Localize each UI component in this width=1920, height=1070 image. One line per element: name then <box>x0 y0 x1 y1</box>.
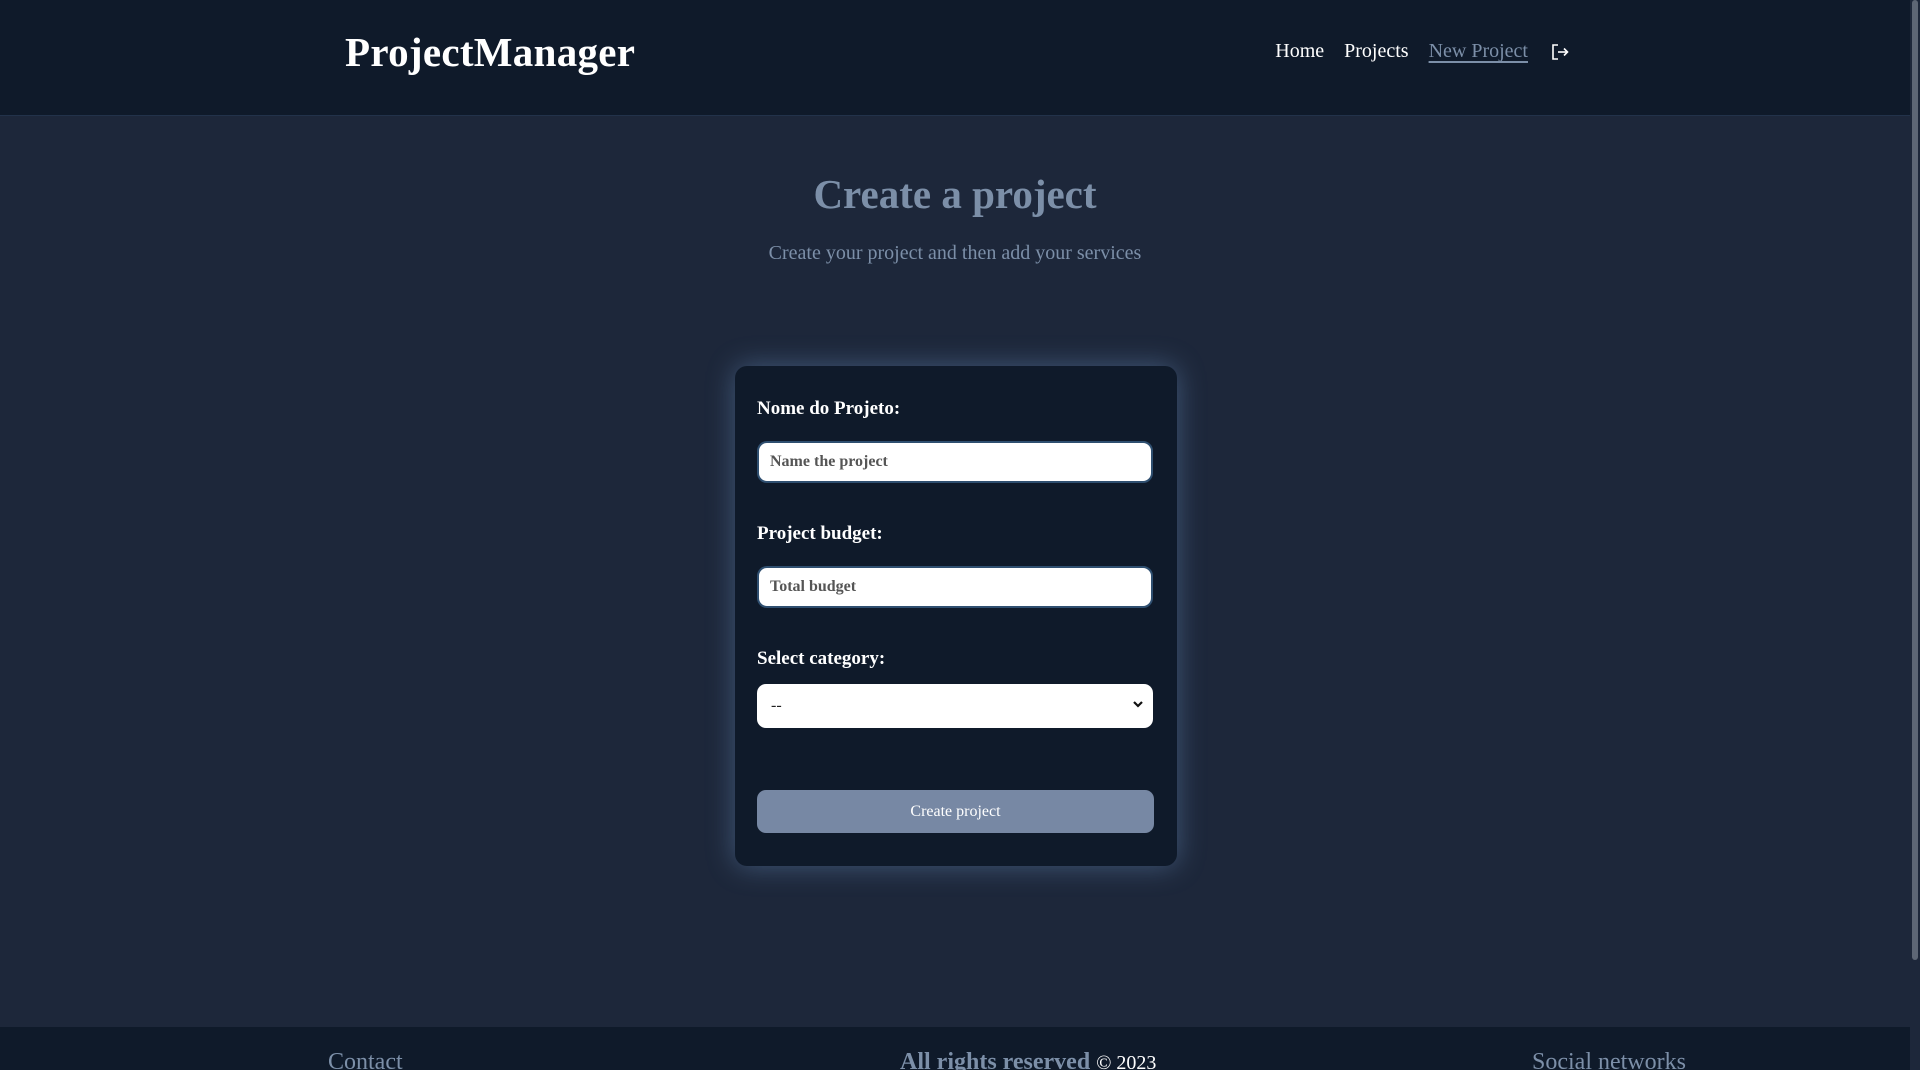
scrollbar-thumb[interactable] <box>1912 0 1918 960</box>
main-nav: Home Projects New Project <box>1275 40 1570 63</box>
project-name-label: Nome do Projeto: <box>757 398 901 419</box>
nav-new-project[interactable]: New Project <box>1429 40 1528 63</box>
page-title: Create a project <box>813 171 1097 217</box>
project-name-input[interactable] <box>757 441 1153 483</box>
footer-rights: All rights reserved © 2023 <box>900 1049 1156 1070</box>
category-label: Select category: <box>757 648 886 669</box>
footer: Contact All rights reserved © 2023 Socia… <box>0 1027 1910 1070</box>
category-selected-value: -- <box>771 697 782 714</box>
footer-contact: Contact <box>328 1049 403 1070</box>
create-project-form: Nome do Projeto: Project budget: Select … <box>735 366 1177 866</box>
nav-home[interactable]: Home <box>1275 40 1324 63</box>
footer-rights-text: All rights reserved <box>900 1049 1091 1070</box>
brand-logo[interactable]: ProjectManager <box>345 28 635 76</box>
create-project-button[interactable]: Create project <box>757 790 1154 833</box>
page-scrollbar[interactable] <box>1910 0 1920 1070</box>
footer-social: Social networks <box>1532 1049 1686 1070</box>
project-budget-input[interactable] <box>757 566 1153 608</box>
page-subtitle: Create your project and then add your se… <box>768 242 1142 264</box>
category-select[interactable]: -- <box>757 684 1153 728</box>
navbar: ProjectManager Home Projects New Project <box>0 0 1910 116</box>
nav-projects[interactable]: Projects <box>1344 40 1408 63</box>
chevron-down-icon <box>1133 701 1143 708</box>
project-budget-label: Project budget: <box>757 523 883 544</box>
footer-year: © 2023 <box>1096 1052 1157 1070</box>
logout-icon[interactable] <box>1550 42 1570 62</box>
